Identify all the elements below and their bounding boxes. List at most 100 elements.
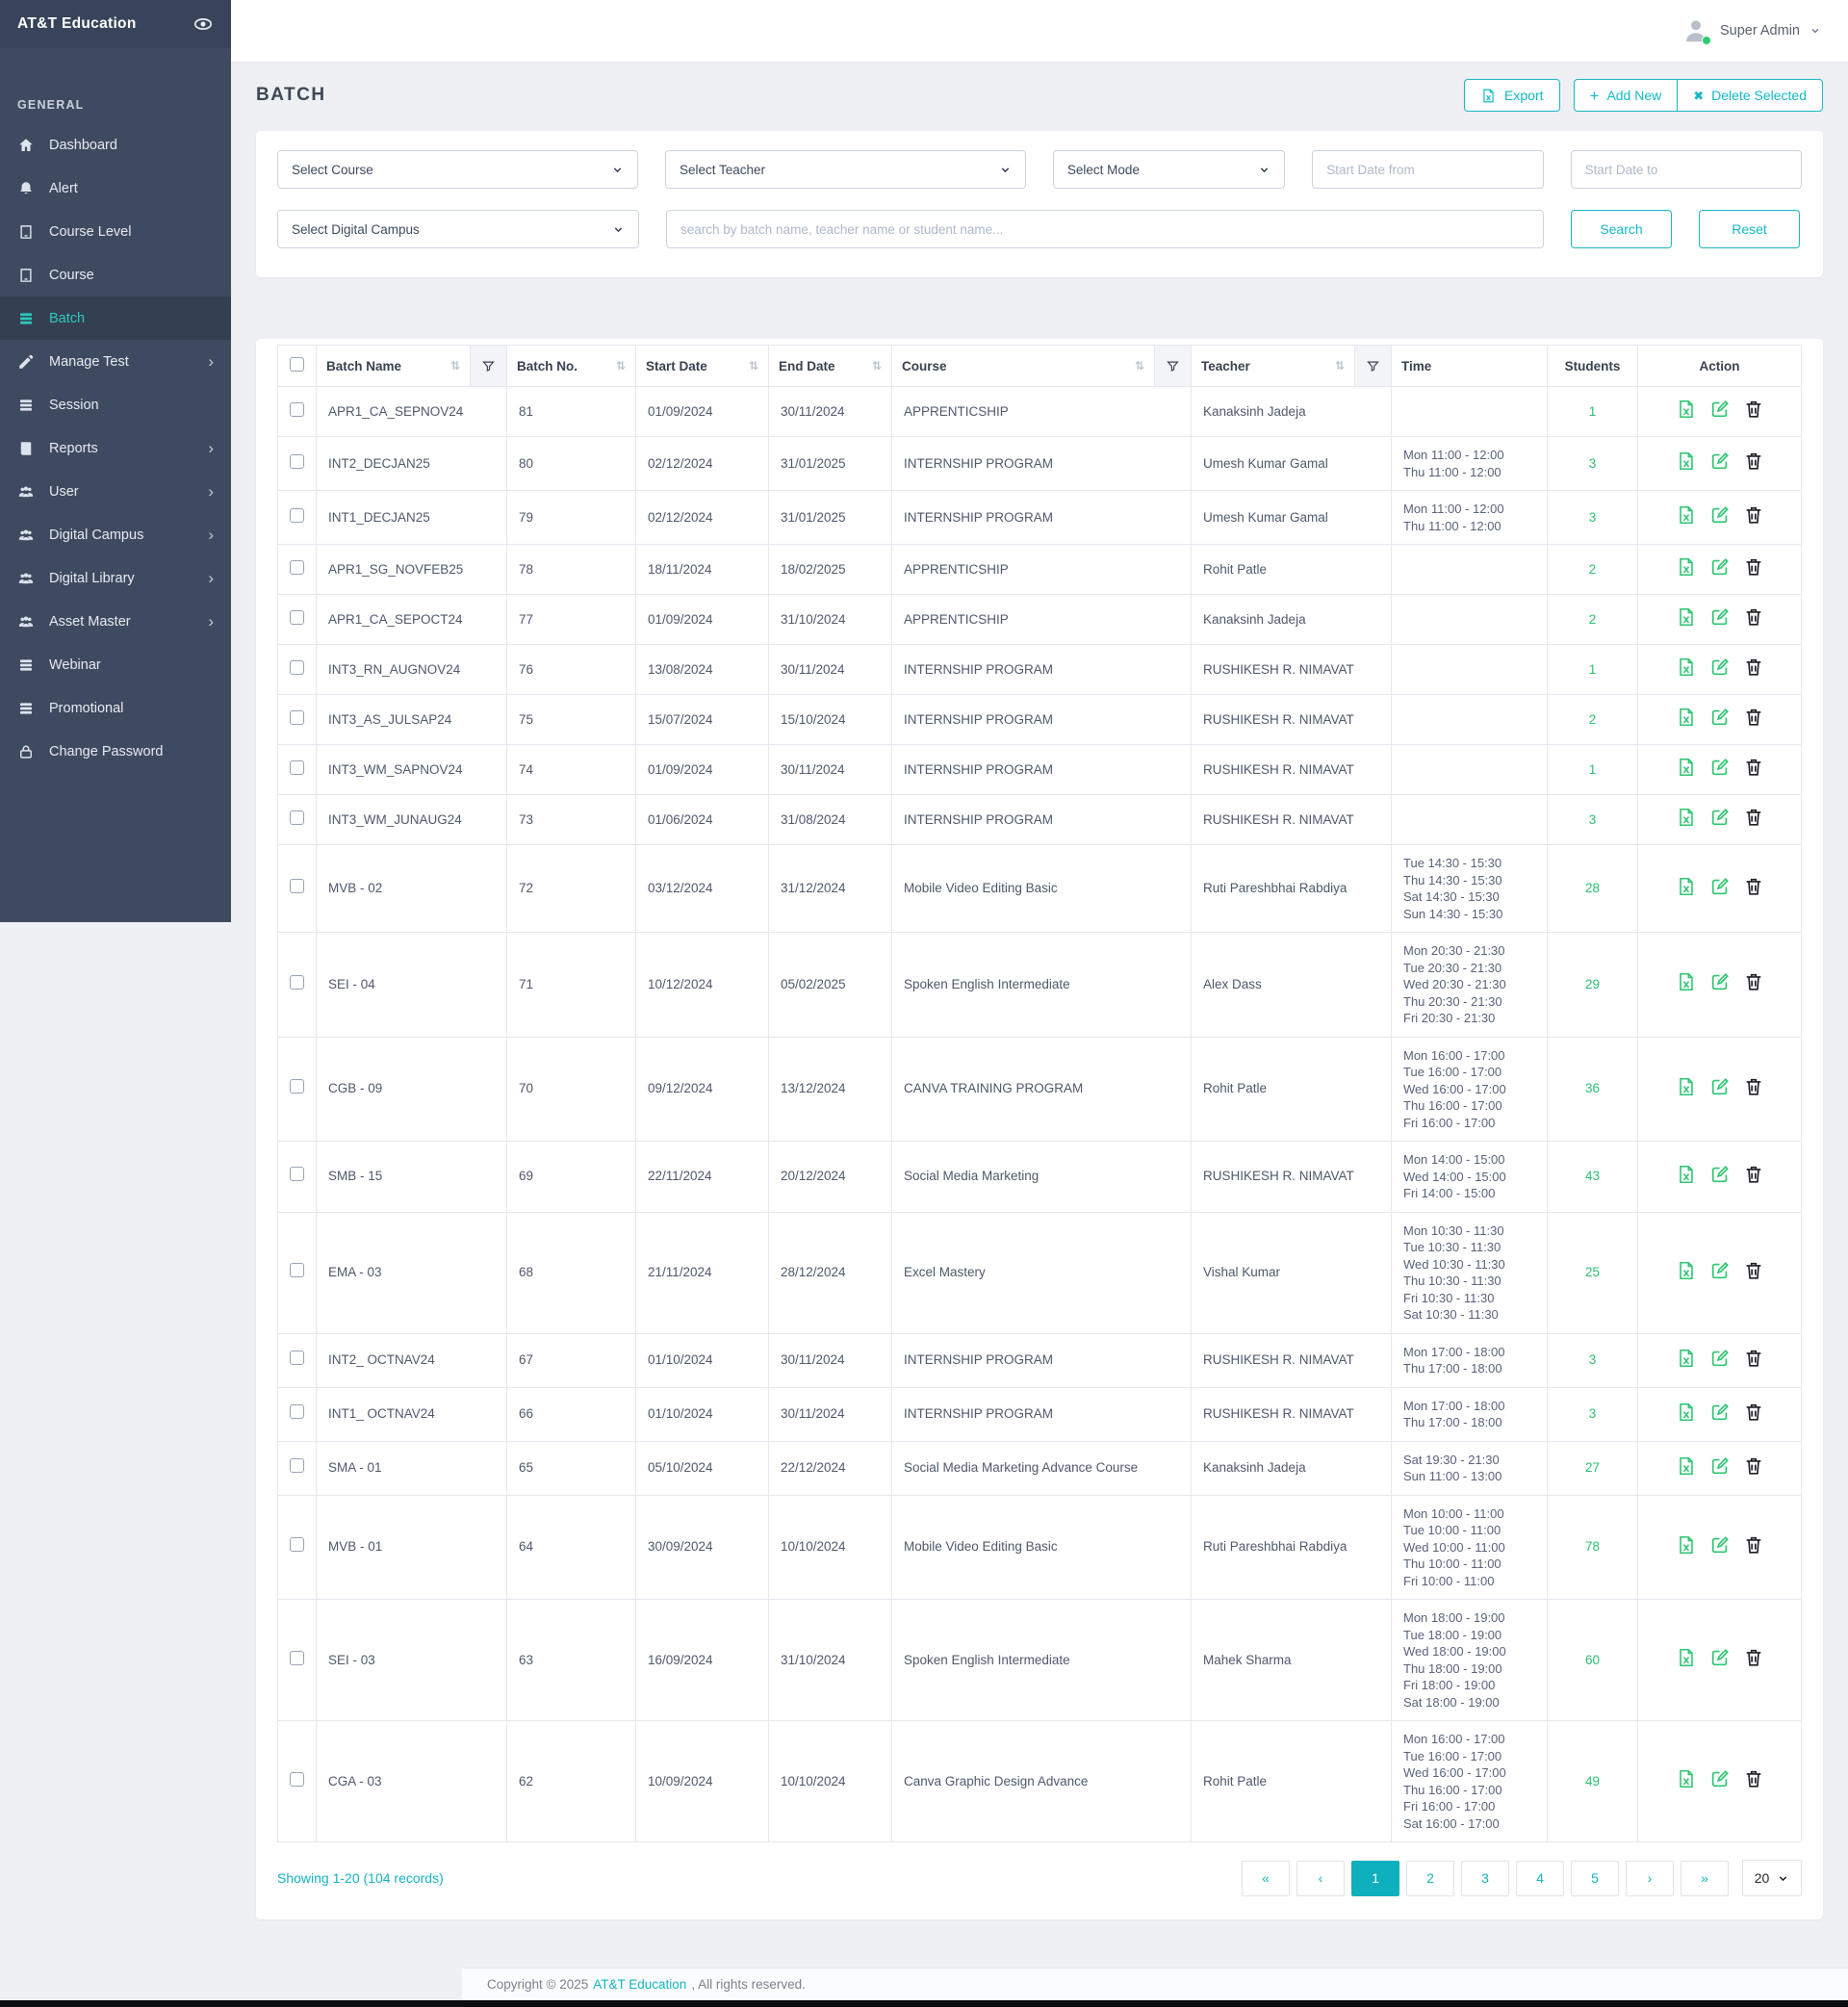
column-start-date[interactable]: Start Date — [646, 359, 707, 373]
trash-icon[interactable] — [1743, 504, 1764, 526]
row-checkbox[interactable] — [290, 1458, 304, 1473]
students-count[interactable]: 29 — [1548, 933, 1638, 1038]
students-count[interactable]: 1 — [1548, 387, 1638, 437]
sidebar-item-digital-library[interactable]: Digital Library › — [0, 556, 231, 600]
trash-icon[interactable] — [1743, 807, 1764, 828]
export-row-icon[interactable] — [1676, 656, 1697, 678]
export-row-icon[interactable] — [1676, 450, 1697, 472]
page-button-1[interactable]: 1 — [1351, 1861, 1399, 1896]
sidebar-item-session[interactable]: Session › — [0, 383, 231, 426]
edit-icon[interactable] — [1709, 1534, 1731, 1556]
row-checkbox[interactable] — [290, 610, 304, 625]
export-row-icon[interactable] — [1676, 399, 1697, 420]
user-menu[interactable]: Super Admin — [1681, 16, 1821, 45]
page-button-›[interactable]: › — [1626, 1861, 1674, 1896]
row-checkbox[interactable] — [290, 1772, 304, 1787]
page-button-3[interactable]: 3 — [1461, 1861, 1509, 1896]
teacher-select[interactable]: Select Teacher — [665, 150, 1026, 189]
students-count[interactable]: 49 — [1548, 1721, 1638, 1842]
trash-icon[interactable] — [1743, 876, 1764, 897]
sidebar-item-user[interactable]: User › — [0, 470, 231, 513]
sidebar-item-alert[interactable]: Alert › — [0, 167, 231, 210]
export-row-icon[interactable] — [1676, 1768, 1697, 1789]
column-batch-no[interactable]: Batch No. — [517, 359, 578, 373]
trash-icon[interactable] — [1743, 606, 1764, 628]
export-button[interactable]: Export — [1464, 79, 1559, 112]
trash-icon[interactable] — [1743, 399, 1764, 420]
row-checkbox[interactable] — [290, 660, 304, 675]
edit-icon[interactable] — [1709, 971, 1731, 992]
row-checkbox[interactable] — [290, 1404, 304, 1419]
edit-icon[interactable] — [1709, 1647, 1731, 1668]
students-count[interactable]: 1 — [1548, 745, 1638, 795]
sort-icon[interactable]: ⇅ — [450, 359, 460, 373]
row-checkbox[interactable] — [290, 1651, 304, 1665]
edit-icon[interactable] — [1709, 707, 1731, 728]
trash-icon[interactable] — [1743, 1260, 1764, 1281]
mode-select[interactable]: Select Mode — [1053, 150, 1285, 189]
row-checkbox[interactable] — [290, 402, 304, 417]
export-row-icon[interactable] — [1676, 971, 1697, 992]
edit-icon[interactable] — [1709, 504, 1731, 526]
digital-campus-select[interactable]: Select Digital Campus — [277, 210, 639, 248]
students-count[interactable]: 2 — [1548, 545, 1638, 595]
students-count[interactable]: 1 — [1548, 645, 1638, 695]
row-checkbox[interactable] — [290, 560, 304, 575]
sidebar-item-reports[interactable]: Reports › — [0, 426, 231, 470]
trash-icon[interactable] — [1743, 1402, 1764, 1423]
edit-icon[interactable] — [1709, 757, 1731, 778]
students-count[interactable]: 27 — [1548, 1441, 1638, 1495]
select-all-checkbox[interactable] — [290, 357, 304, 372]
course-select[interactable]: Select Course — [277, 150, 638, 189]
edit-icon[interactable] — [1709, 1768, 1731, 1789]
row-checkbox[interactable] — [290, 508, 304, 523]
export-row-icon[interactable] — [1676, 1164, 1697, 1185]
edit-icon[interactable] — [1709, 1260, 1731, 1281]
sidebar-item-manage-test[interactable]: Manage Test › — [0, 340, 231, 383]
sidebar-toggle-icon[interactable] — [192, 13, 214, 35]
export-row-icon[interactable] — [1676, 707, 1697, 728]
sidebar-item-course[interactable]: Course › — [0, 253, 231, 296]
sort-icon[interactable]: ⇅ — [749, 359, 758, 373]
start-date-from-input[interactable] — [1326, 163, 1528, 177]
trash-icon[interactable] — [1743, 1348, 1764, 1369]
edit-icon[interactable] — [1709, 1455, 1731, 1477]
page-button-2[interactable]: 2 — [1406, 1861, 1454, 1896]
start-date-to-input[interactable] — [1585, 163, 1787, 177]
footer-brand-link[interactable]: AT&T Education — [593, 1977, 686, 1992]
sort-icon[interactable]: ⇅ — [872, 359, 882, 373]
trash-icon[interactable] — [1743, 556, 1764, 578]
sidebar-item-batch[interactable]: Batch › — [0, 296, 231, 340]
edit-icon[interactable] — [1709, 1076, 1731, 1097]
sidebar-item-webinar[interactable]: Webinar › — [0, 643, 231, 686]
export-row-icon[interactable] — [1676, 1260, 1697, 1281]
row-checkbox[interactable] — [290, 975, 304, 990]
sidebar-item-digital-campus[interactable]: Digital Campus › — [0, 513, 231, 556]
sidebar-item-change-password[interactable]: Change Password › — [0, 730, 231, 773]
export-row-icon[interactable] — [1676, 606, 1697, 628]
students-count[interactable]: 3 — [1548, 491, 1638, 545]
export-row-icon[interactable] — [1676, 504, 1697, 526]
export-row-icon[interactable] — [1676, 876, 1697, 897]
page-button-»[interactable]: » — [1681, 1861, 1729, 1896]
sidebar-item-asset-master[interactable]: Asset Master › — [0, 600, 231, 643]
course-filter[interactable] — [1155, 346, 1192, 387]
trash-icon[interactable] — [1743, 450, 1764, 472]
export-row-icon[interactable] — [1676, 1076, 1697, 1097]
trash-icon[interactable] — [1743, 757, 1764, 778]
students-count[interactable]: 2 — [1548, 595, 1638, 645]
row-checkbox[interactable] — [290, 760, 304, 775]
column-batch-name[interactable]: Batch Name — [326, 359, 401, 373]
teacher-filter[interactable] — [1355, 346, 1392, 387]
students-count[interactable]: 25 — [1548, 1212, 1638, 1333]
row-checkbox[interactable] — [290, 811, 304, 825]
students-count[interactable]: 3 — [1548, 437, 1638, 491]
add-new-button[interactable]: + Add New — [1574, 79, 1679, 112]
export-row-icon[interactable] — [1676, 1647, 1697, 1668]
students-count[interactable]: 3 — [1548, 795, 1638, 845]
edit-icon[interactable] — [1709, 606, 1731, 628]
sort-icon[interactable]: ⇅ — [1135, 359, 1144, 373]
column-teacher[interactable]: Teacher — [1201, 359, 1250, 373]
search-button[interactable]: Search — [1571, 210, 1672, 248]
reset-button[interactable]: Reset — [1699, 210, 1800, 248]
